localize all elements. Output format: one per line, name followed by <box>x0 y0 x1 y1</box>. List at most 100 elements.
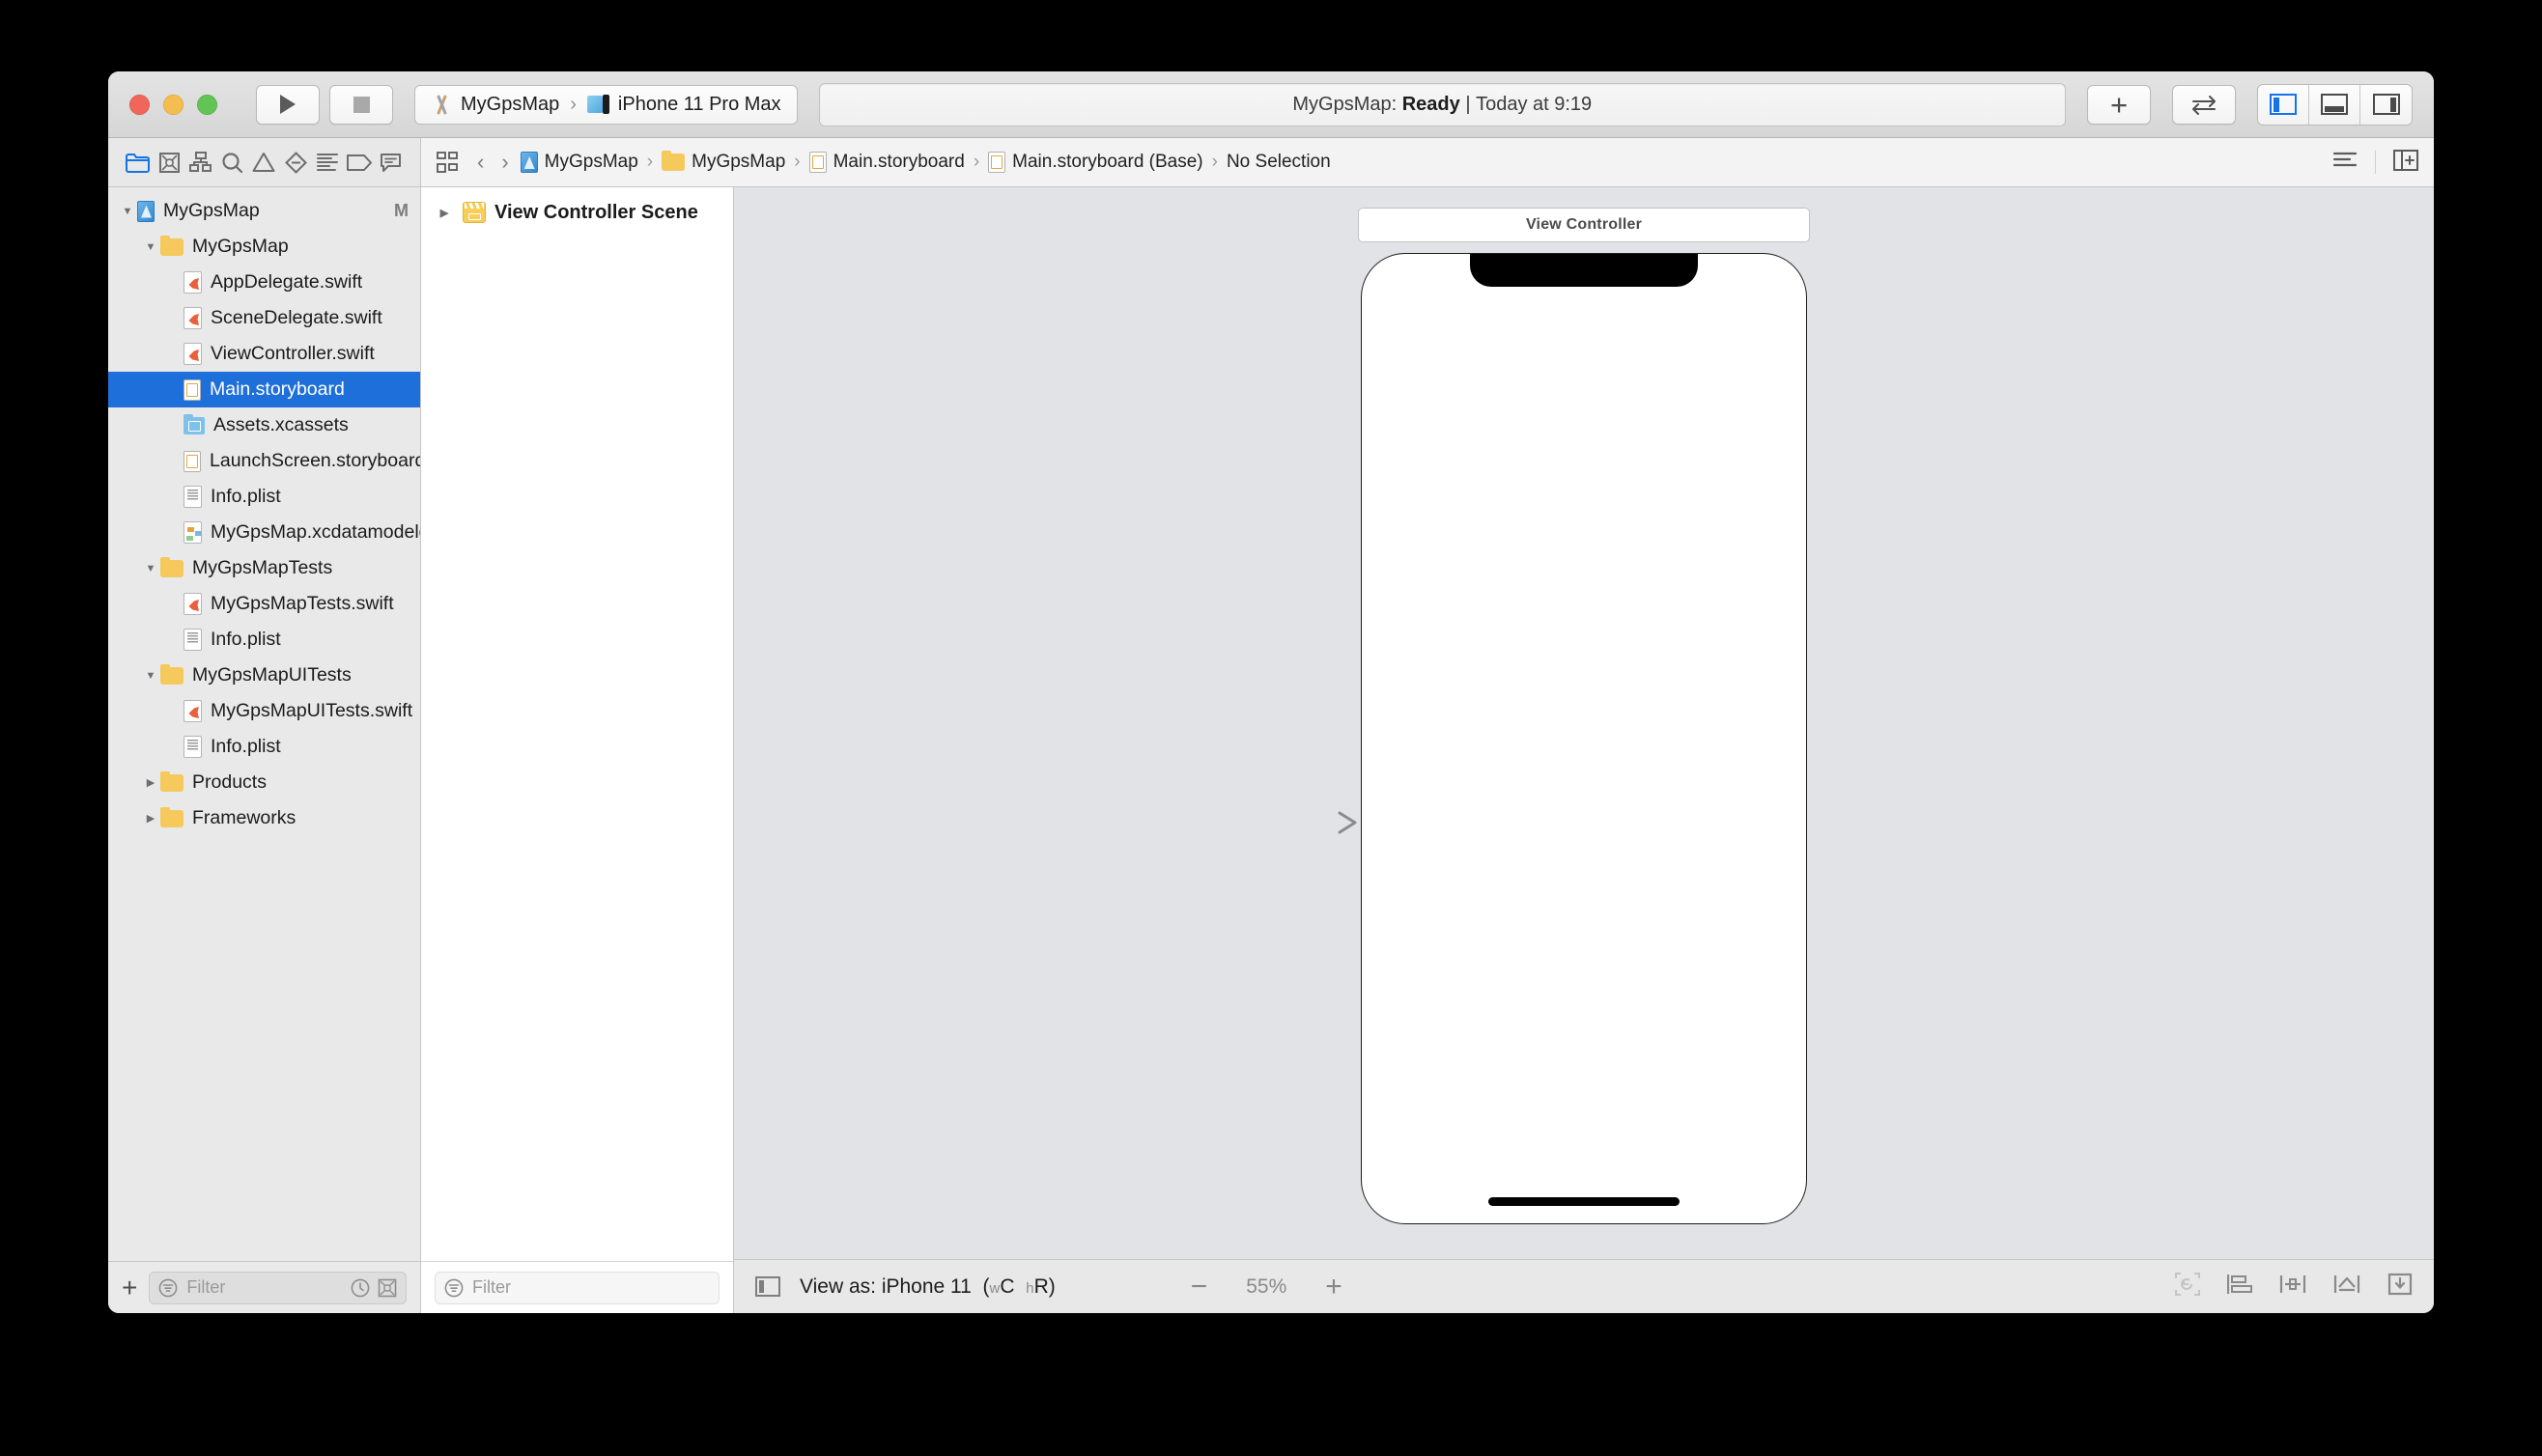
breadcrumb-label: No Selection <box>1226 152 1331 172</box>
issue-navigator-tab[interactable] <box>250 150 277 175</box>
toggle-navigator-button[interactable] <box>2258 84 2309 125</box>
tree-row[interactable]: ▶LaunchScreen.storyboard <box>108 443 420 479</box>
minimize-button[interactable] <box>163 94 184 115</box>
play-icon <box>280 95 296 114</box>
scene-title-label: View Controller <box>1525 216 1643 233</box>
tree-row-label: Info.plist <box>211 736 281 757</box>
project-navigator-tab[interactable] <box>124 150 151 175</box>
tree-row-label: MyGpsMapUITests <box>192 664 352 686</box>
symbol-navigator-tab[interactable] <box>187 150 214 175</box>
navigator-filter-field[interactable]: Filter <box>149 1271 407 1304</box>
tree-row[interactable]: ▼ MyGpsMap M <box>108 193 420 229</box>
interface-builder-canvas[interactable]: View Controller <box>734 187 2434 1259</box>
tree-row[interactable]: ▶MyGpsMap.xcdatamodeld <box>108 515 420 550</box>
test-navigator-tab[interactable] <box>282 150 309 175</box>
add-editor-icon[interactable] <box>2393 149 2418 176</box>
filter-icon <box>158 1278 178 1297</box>
source-control-navigator-tab[interactable] <box>155 150 183 175</box>
tree-row[interactable]: ▶Info.plist <box>108 729 420 765</box>
tree-row[interactable]: ▶MyGpsMapUITests.swift <box>108 693 420 729</box>
status-state: Ready <box>1401 93 1460 115</box>
activity-status-bar[interactable]: MyGpsMap: Ready | Today at 9:19 <box>818 82 2066 126</box>
disclosure-triangle-open[interactable]: ▼ <box>141 563 160 574</box>
size-class-width-prefix: w <box>989 1279 1001 1297</box>
update-frames-button[interactable] <box>2175 1273 2200 1301</box>
resolve-auto-layout-issues-button[interactable] <box>2333 1274 2360 1300</box>
tree-row[interactable]: ▼ MyGpsMapUITests <box>108 658 420 693</box>
breadcrumb-separator: › <box>1211 152 1218 172</box>
toggle-debug-area-button[interactable] <box>2309 84 2360 125</box>
storyboard-file-icon <box>184 450 201 472</box>
tree-row[interactable]: ▶AppDelegate.swift <box>108 265 420 300</box>
add-file-button[interactable]: + <box>122 1274 137 1302</box>
breadcrumb-label: Main.storyboard <box>833 152 965 172</box>
disclosure-triangle-closed[interactable]: ▶ <box>141 776 160 789</box>
recent-files-icon[interactable] <box>351 1278 370 1298</box>
breadcrumb-item-storyboard[interactable]: Main.storyboard <box>808 152 965 173</box>
device-preview-iphone[interactable] <box>1361 253 1807 1224</box>
add-button[interactable]: + <box>2087 84 2151 125</box>
toggle-document-outline-button[interactable] <box>755 1276 780 1297</box>
scheme-selector[interactable]: MyGpsMap › iPhone 11 Pro Max <box>414 84 798 125</box>
tree-row[interactable]: ▶ Frameworks <box>108 800 420 836</box>
debug-navigator-tab[interactable] <box>314 150 341 175</box>
breakpoint-navigator-tab[interactable] <box>346 150 373 175</box>
tree-row[interactable]: ▶Info.plist <box>108 479 420 515</box>
project-navigator: ▼MyGpsMapM▼MyGpsMap▶AppDelegate.swift▶Sc… <box>108 187 421 1313</box>
disclosure-triangle-open[interactable]: ▼ <box>141 241 160 253</box>
zoom-out-button[interactable]: − <box>1191 1272 1208 1302</box>
tree-row-label: Main.storyboard <box>210 378 345 400</box>
disclosure-triangle-open[interactable]: ▼ <box>141 670 160 682</box>
plist-file-icon <box>184 736 202 758</box>
editor-canvas-column: View Controller View as: iPhone 11 (wC h… <box>734 187 2434 1313</box>
tree-row[interactable]: ▶Main.storyboard <box>108 372 420 407</box>
tree-row[interactable]: ▶MyGpsMapTests.swift <box>108 586 420 622</box>
breadcrumb-item-folder[interactable]: MyGpsMap <box>662 151 785 173</box>
tree-row[interactable]: ▶Info.plist <box>108 622 420 658</box>
tree-row[interactable]: ▶SceneDelegate.swift <box>108 300 420 336</box>
status-project: MyGpsMap: <box>1292 93 1398 115</box>
disclosure-triangle-open[interactable]: ▼ <box>118 206 137 217</box>
editor-options-icon[interactable] <box>2332 151 2358 175</box>
tree-row[interactable]: ▶ Products <box>108 765 420 800</box>
outline-filter-field[interactable]: Filter <box>435 1271 720 1304</box>
source-control-filter-icon[interactable] <box>378 1278 397 1298</box>
run-button[interactable] <box>256 84 320 125</box>
breadcrumb-item-project[interactable]: MyGpsMap <box>520 152 638 173</box>
view-as-device: View as: iPhone 11 <box>800 1274 972 1298</box>
breadcrumb-item-selection[interactable]: No Selection <box>1227 152 1331 173</box>
back-button[interactable]: ‹ <box>471 150 490 175</box>
storyboard-file-icon <box>184 378 201 401</box>
tree-row[interactable]: ▶Assets.xcassets <box>108 407 420 443</box>
zoom-button[interactable] <box>197 94 217 115</box>
zoom-in-button[interactable]: + <box>1325 1272 1342 1302</box>
related-items-icon[interactable] <box>437 152 458 173</box>
toggle-inspector-button[interactable] <box>2360 85 2412 125</box>
outline-tree[interactable]: ▶ View Controller Scene <box>421 187 733 1261</box>
report-navigator-tab[interactable] <box>378 150 405 175</box>
disclosure-triangle-closed[interactable]: ▶ <box>435 207 454 219</box>
embed-in-button[interactable] <box>2387 1273 2413 1301</box>
stop-button[interactable] <box>329 84 393 125</box>
add-new-constraints-button[interactable] <box>2279 1274 2306 1300</box>
view-as-label[interactable]: View as: iPhone 11 (wC hR) <box>800 1275 1056 1299</box>
project-file-tree[interactable]: ▼MyGpsMapM▼MyGpsMap▶AppDelegate.swift▶Sc… <box>108 187 420 1261</box>
project-icon <box>137 200 155 222</box>
breadcrumb-item-storyboard-base[interactable]: Main.storyboard (Base) <box>988 152 1203 173</box>
find-navigator-tab[interactable] <box>219 150 246 175</box>
align-button[interactable] <box>2226 1274 2252 1300</box>
forward-button[interactable]: › <box>495 150 514 175</box>
close-button[interactable] <box>129 94 150 115</box>
tree-row[interactable]: ▼ MyGpsMap <box>108 229 420 265</box>
tree-row[interactable]: ▶ViewController.swift <box>108 336 420 372</box>
title-bar: MyGpsMap › iPhone 11 Pro Max MyGpsMap: R… <box>108 71 2434 138</box>
storyboard-icon <box>808 152 827 173</box>
scene-icon <box>463 202 486 223</box>
code-review-button[interactable] <box>2172 84 2236 125</box>
outline-row[interactable]: ▶ View Controller Scene <box>421 195 733 230</box>
disclosure-triangle-closed[interactable]: ▶ <box>141 812 160 825</box>
tree-row[interactable]: ▼ MyGpsMapTests <box>108 550 420 586</box>
scene-title-bar[interactable]: View Controller <box>1358 208 1810 242</box>
breadcrumb-separator: › <box>973 152 980 172</box>
status-divider: | <box>1465 93 1471 115</box>
